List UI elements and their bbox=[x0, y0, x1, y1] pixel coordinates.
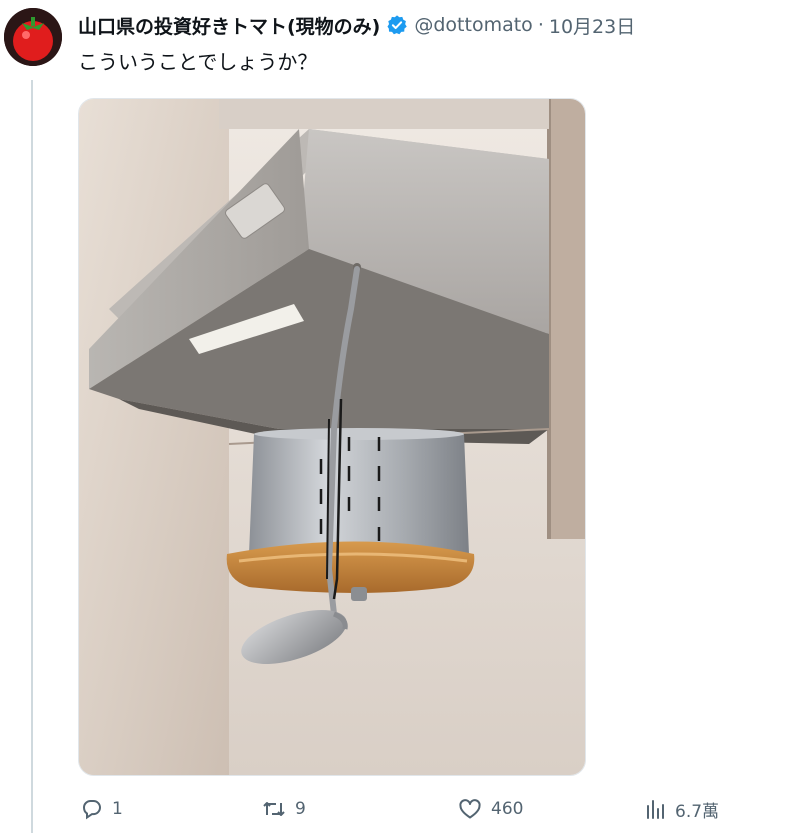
verified-badge-icon bbox=[386, 14, 408, 36]
views-button[interactable]: 6.7萬 bbox=[645, 792, 719, 826]
range-hood-photo-image bbox=[79, 99, 585, 775]
retweet-icon bbox=[261, 797, 287, 821]
retweet-button[interactable]: 9 bbox=[261, 792, 306, 826]
tweet-date[interactable]: 10月23日 bbox=[549, 12, 635, 39]
retweet-count: 9 bbox=[295, 799, 306, 819]
reply-button[interactable]: 1 bbox=[80, 792, 123, 826]
heart-icon bbox=[457, 797, 483, 821]
tweet-actions: 1 9 460 6.7萬 bbox=[78, 792, 758, 826]
tweet-text: こういうことでしょうか？ bbox=[78, 50, 318, 74]
like-button[interactable]: 460 bbox=[457, 792, 523, 826]
views-count: 6.7萬 bbox=[675, 801, 720, 822]
display-name[interactable]: 山口県の投資好きトマト(現物のみ) bbox=[78, 12, 380, 39]
tweet-photo[interactable] bbox=[78, 98, 586, 776]
like-count: 460 bbox=[491, 799, 524, 819]
reply-count: 1 bbox=[112, 799, 123, 819]
tweet-header: 山口県の投資好きトマト(現物のみ) @dottomato · 10月23日 bbox=[78, 12, 791, 38]
separator-dot: · bbox=[537, 14, 544, 36]
avatar[interactable] bbox=[4, 8, 62, 66]
user-handle[interactable]: @dottomato bbox=[414, 14, 532, 36]
tomato-avatar-icon bbox=[4, 8, 62, 66]
reply-icon bbox=[80, 797, 104, 821]
views-chart-icon bbox=[645, 797, 667, 821]
thread-line bbox=[31, 80, 33, 833]
